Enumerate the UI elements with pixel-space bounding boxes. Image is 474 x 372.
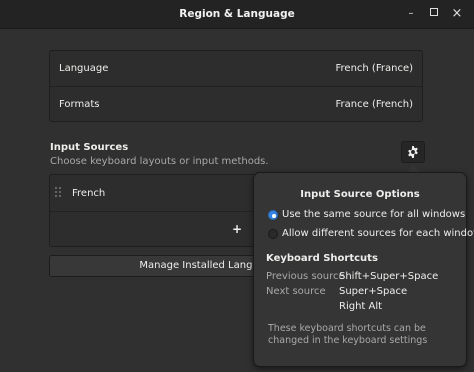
radio-button[interactable] bbox=[268, 229, 278, 239]
maximize-icon[interactable] bbox=[426, 6, 442, 22]
gear-icon bbox=[408, 146, 418, 158]
language-settings-panel: Language French (France) Formats France … bbox=[49, 50, 423, 122]
formats-row[interactable]: Formats France (French) bbox=[50, 87, 422, 122]
shortcuts-note: These keyboard shortcuts can be changed … bbox=[268, 323, 428, 346]
add-input-source-button[interactable]: + bbox=[232, 222, 242, 236]
close-icon[interactable]: × bbox=[449, 6, 465, 22]
next-source-label: Next source bbox=[266, 286, 326, 297]
title-bar: Region & Language – × bbox=[0, 0, 474, 29]
next-source-shortcut: Super+Space bbox=[339, 286, 408, 297]
input-source-name: French bbox=[72, 188, 106, 199]
keyboard-shortcuts-title: Keyboard Shortcuts bbox=[266, 253, 378, 264]
language-row[interactable]: Language French (France) bbox=[50, 51, 422, 87]
formats-value: France (French) bbox=[335, 99, 413, 110]
drag-handle-icon[interactable] bbox=[55, 187, 61, 199]
input-source-options-popover: Input Source Options Use the same source… bbox=[253, 172, 474, 367]
same-source-label: Use the same source for all windows bbox=[282, 209, 466, 220]
different-sources-label: Allow different sources for each window bbox=[282, 228, 474, 239]
language-label: Language bbox=[59, 63, 109, 74]
alternate-next-source-shortcut: Right Alt bbox=[339, 301, 383, 312]
input-source-options-button[interactable] bbox=[401, 141, 425, 163]
input-sources-title: Input Sources bbox=[50, 142, 129, 153]
radio-button-selected[interactable] bbox=[268, 210, 278, 220]
previous-source-label: Previous source bbox=[266, 271, 345, 282]
previous-source-shortcut: Shift+Super+Space bbox=[339, 271, 439, 282]
formats-label: Formats bbox=[59, 99, 100, 110]
minimize-icon[interactable]: – bbox=[403, 6, 419, 22]
input-sources-subtitle: Choose keyboard layouts or input methods… bbox=[50, 156, 269, 167]
language-value: French (France) bbox=[335, 63, 413, 74]
popover-title: Input Source Options bbox=[300, 189, 420, 200]
